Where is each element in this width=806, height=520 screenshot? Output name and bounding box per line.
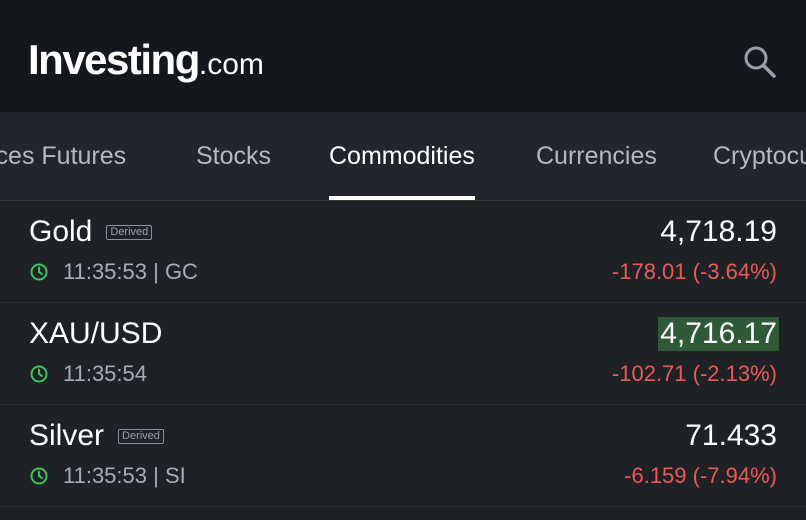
instrument-change: -6.159 (-7.94%) (624, 463, 777, 488)
tab-currencies[interactable]: Currencies (536, 112, 657, 200)
active-tab-indicator (329, 196, 475, 200)
top-bar: Investing .com (0, 0, 806, 112)
tab-label: ices Futures (0, 142, 127, 170)
instrument-time: 11:35:54 (63, 361, 148, 386)
logo-suffix: .com (198, 48, 264, 81)
logo-text: Investing (28, 36, 200, 83)
instrument-change: -178.01 (-3.64%) (611, 259, 777, 284)
tab-crypto[interactable]: Cryptocu (713, 112, 806, 200)
instrument-row-gold[interactable]: Gold Derived 11:35:53 | GC 4,718.19 -178… (0, 201, 806, 303)
search-icon (744, 46, 776, 78)
clock-icon (29, 466, 49, 486)
tab-label: Currencies (536, 142, 657, 170)
category-tabs: ices Futures Stocks Commodities Currenci… (0, 112, 806, 201)
tab-label: Commodities (329, 142, 475, 170)
tab-commodities[interactable]: Commodities (329, 112, 475, 200)
search-button[interactable] (742, 44, 778, 80)
tab-label: Cryptocu (713, 142, 806, 170)
instrument-price: 4,718.19 (660, 215, 777, 248)
instrument-time: 11:35:53 | GC (63, 259, 198, 284)
tab-stocks[interactable]: Stocks (196, 112, 271, 200)
instrument-name: Silver (29, 419, 105, 452)
clock-icon (29, 364, 49, 384)
clock-icon (29, 262, 49, 282)
investing-logo[interactable]: Investing .com (28, 36, 264, 84)
tab-label: Stocks (196, 142, 272, 170)
instrument-list: Gold Derived 11:35:53 | GC 4,718.19 -178… (0, 201, 806, 507)
instrument-name: XAU/USD (29, 317, 163, 350)
instrument-time: 11:35:53 | SI (63, 463, 186, 488)
instrument-price: 4,716.17 (658, 317, 779, 351)
instrument-name: Gold (29, 215, 93, 248)
derived-badge: Derived (118, 428, 164, 444)
instrument-change: -102.71 (-2.13%) (611, 361, 777, 386)
instrument-row-xau-usd[interactable]: XAU/USD 11:35:54 4,716.17 -102.71 (-2.13… (0, 303, 806, 405)
instrument-price: 71.433 (685, 419, 777, 452)
tab-indices-futures[interactable]: ices Futures (0, 112, 126, 200)
instrument-row-silver[interactable]: Silver Derived 11:35:53 | SI 71.433 -6.1… (0, 405, 806, 507)
derived-badge: Derived (106, 224, 153, 240)
